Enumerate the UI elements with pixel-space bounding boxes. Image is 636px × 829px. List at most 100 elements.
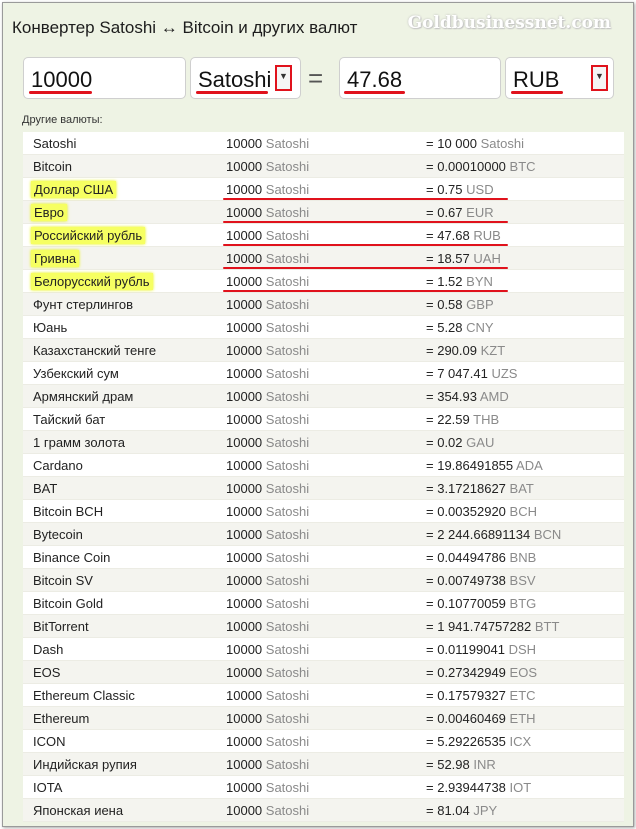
rate-amount-unit: Satoshi bbox=[265, 550, 310, 565]
converter-window: Конвертер Satoshi ↔ Bitcoin и других вал… bbox=[2, 2, 634, 827]
rate-row: Евро 10000 Satoshi = 0.67 EUR bbox=[23, 201, 624, 224]
rate-amount-unit: Satoshi bbox=[265, 412, 310, 427]
rate-amount-value: 10000 bbox=[226, 205, 263, 220]
rate-result-unit: BAT bbox=[509, 481, 534, 496]
rate-result-value: 3.17218627 bbox=[437, 481, 506, 496]
from-currency-value: Satoshi bbox=[198, 67, 272, 92]
rate-row: BitTorrent 10000 Satoshi = 1 941.74757282 … bbox=[23, 615, 624, 638]
rate-currency-name: ICON bbox=[33, 734, 66, 749]
rate-result: = 0.58 GBP bbox=[426, 297, 494, 312]
rate-equals: = bbox=[426, 320, 434, 335]
rate-currency-name: BAT bbox=[33, 481, 58, 496]
rate-result-unit: BTG bbox=[509, 596, 537, 611]
rate-amount-unit: Satoshi bbox=[265, 711, 310, 726]
result-field[interactable]: 47.68 bbox=[339, 57, 501, 99]
rate-result: = 290.09 KZT bbox=[426, 343, 505, 358]
rate-result-value: 0.75 bbox=[437, 182, 463, 197]
rate-amount-value: 10000 bbox=[226, 274, 263, 289]
rate-equals: = bbox=[426, 389, 434, 404]
rate-equals: = bbox=[426, 251, 434, 266]
rate-amount-unit: Satoshi bbox=[265, 573, 310, 588]
rate-result-unit: GBP bbox=[466, 297, 494, 312]
rate-amount-value: 10000 bbox=[226, 780, 263, 795]
rate-amount: 10000 Satoshi bbox=[226, 251, 309, 266]
rate-amount: 10000 Satoshi bbox=[226, 504, 309, 519]
rate-currency-name: Binance Coin bbox=[33, 550, 111, 565]
rate-equals: = bbox=[426, 366, 434, 381]
amount-input[interactable]: 10000 bbox=[23, 57, 186, 99]
rate-currency-name: Cardano bbox=[33, 458, 83, 473]
rate-result-value: 0.00352920 bbox=[437, 504, 506, 519]
rate-equals: = bbox=[426, 573, 434, 588]
rate-result-unit: ETH bbox=[509, 711, 536, 726]
rate-result: = 354.93 AMD bbox=[426, 389, 509, 404]
rate-result-unit: ADA bbox=[516, 458, 543, 473]
rate-amount-value: 10000 bbox=[226, 412, 263, 427]
rate-equals: = bbox=[426, 504, 434, 519]
rate-row: Юань 10000 Satoshi = 5.28 CNY bbox=[23, 316, 624, 339]
rate-equals: = bbox=[426, 205, 434, 220]
from-currency-select[interactable]: Satoshi ▼ bbox=[190, 57, 301, 99]
rate-row: Индийская рупия 10000 Satoshi = 52.98 INR bbox=[23, 753, 624, 776]
rate-amount-unit: Satoshi bbox=[265, 458, 310, 473]
rate-amount-unit: Satoshi bbox=[265, 481, 310, 496]
rate-amount-unit: Satoshi bbox=[265, 389, 310, 404]
rate-equals: = bbox=[426, 550, 434, 565]
rate-row: Казахстанский тенге 10000 Satoshi = 290.09… bbox=[23, 339, 624, 362]
page-title: Конвертер Satoshi ↔ Bitcoin и других вал… bbox=[12, 18, 358, 37]
rate-amount-unit: Satoshi bbox=[265, 619, 310, 634]
rate-row: Доллар США 10000 Satoshi = 0.75 USD bbox=[23, 178, 624, 201]
rate-amount: 10000 Satoshi bbox=[226, 527, 309, 542]
rate-amount-value: 10000 bbox=[226, 159, 263, 174]
rate-amount: 10000 Satoshi bbox=[226, 665, 309, 680]
rate-result: = 0.75 USD bbox=[426, 182, 494, 197]
rate-result: = 2 244.66891134 BCN bbox=[426, 527, 561, 542]
rate-amount-value: 10000 bbox=[226, 297, 263, 312]
rate-result: = 2.93944738 IOT bbox=[426, 780, 531, 795]
rate-amount-value: 10000 bbox=[226, 711, 263, 726]
rate-currency-name: Армянский драм bbox=[33, 389, 134, 404]
rate-row: Белорусский рубль 10000 Satoshi = 1.52 BYN bbox=[23, 270, 624, 293]
from-currency-underline bbox=[196, 91, 268, 94]
rate-amount: 10000 Satoshi bbox=[226, 596, 309, 611]
rate-amount-unit: Satoshi bbox=[265, 527, 310, 542]
rate-amount-value: 10000 bbox=[226, 573, 263, 588]
rate-amount: 10000 Satoshi bbox=[226, 688, 309, 703]
rate-result: = 0.10770059 BTG bbox=[426, 596, 536, 611]
rate-currency-name: Bitcoin bbox=[33, 159, 73, 174]
rate-result: = 10 000 Satoshi bbox=[426, 136, 524, 151]
emphasis-underline bbox=[223, 290, 508, 292]
rate-result-unit: IOT bbox=[509, 780, 532, 795]
rate-amount: 10000 Satoshi bbox=[226, 320, 309, 335]
rate-result-value: 5.28 bbox=[437, 320, 463, 335]
rate-amount: 10000 Satoshi bbox=[226, 366, 309, 381]
rate-amount-unit: Satoshi bbox=[265, 504, 310, 519]
rate-result-value: 0.02 bbox=[437, 435, 463, 450]
rate-amount: 10000 Satoshi bbox=[226, 274, 309, 289]
rate-result: = 0.67 EUR bbox=[426, 205, 494, 220]
rate-amount-value: 10000 bbox=[226, 734, 263, 749]
rate-amount-value: 10000 bbox=[226, 366, 263, 381]
rate-row: Satoshi 10000 Satoshi = 10 000 Satoshi bbox=[23, 132, 624, 155]
rate-amount-unit: Satoshi bbox=[265, 435, 310, 450]
rate-amount-value: 10000 bbox=[226, 182, 263, 197]
rate-equals: = bbox=[426, 228, 434, 243]
rate-currency-name: Белорусский рубль bbox=[31, 273, 153, 290]
rate-equals: = bbox=[426, 688, 434, 703]
rate-result-unit: BSV bbox=[509, 573, 536, 588]
rate-equals: = bbox=[426, 642, 434, 657]
to-dropdown-button[interactable]: ▼ bbox=[591, 65, 608, 91]
emphasis-underline bbox=[223, 244, 508, 246]
result-underline bbox=[344, 91, 405, 94]
rate-amount-value: 10000 bbox=[226, 665, 263, 680]
rate-amount-value: 10000 bbox=[226, 527, 263, 542]
rate-amount-value: 10000 bbox=[226, 619, 263, 634]
rate-result: = 0.00352920 BCH bbox=[426, 504, 537, 519]
rate-amount: 10000 Satoshi bbox=[226, 389, 309, 404]
rate-amount-unit: Satoshi bbox=[265, 228, 310, 243]
to-currency-select[interactable]: RUB ▼ bbox=[505, 57, 614, 99]
rate-row: Фунт стерлингов 10000 Satoshi = 0.58 GBP bbox=[23, 293, 624, 316]
rate-equals: = bbox=[426, 159, 434, 174]
from-dropdown-button[interactable]: ▼ bbox=[275, 65, 292, 91]
rate-amount-unit: Satoshi bbox=[265, 642, 310, 657]
